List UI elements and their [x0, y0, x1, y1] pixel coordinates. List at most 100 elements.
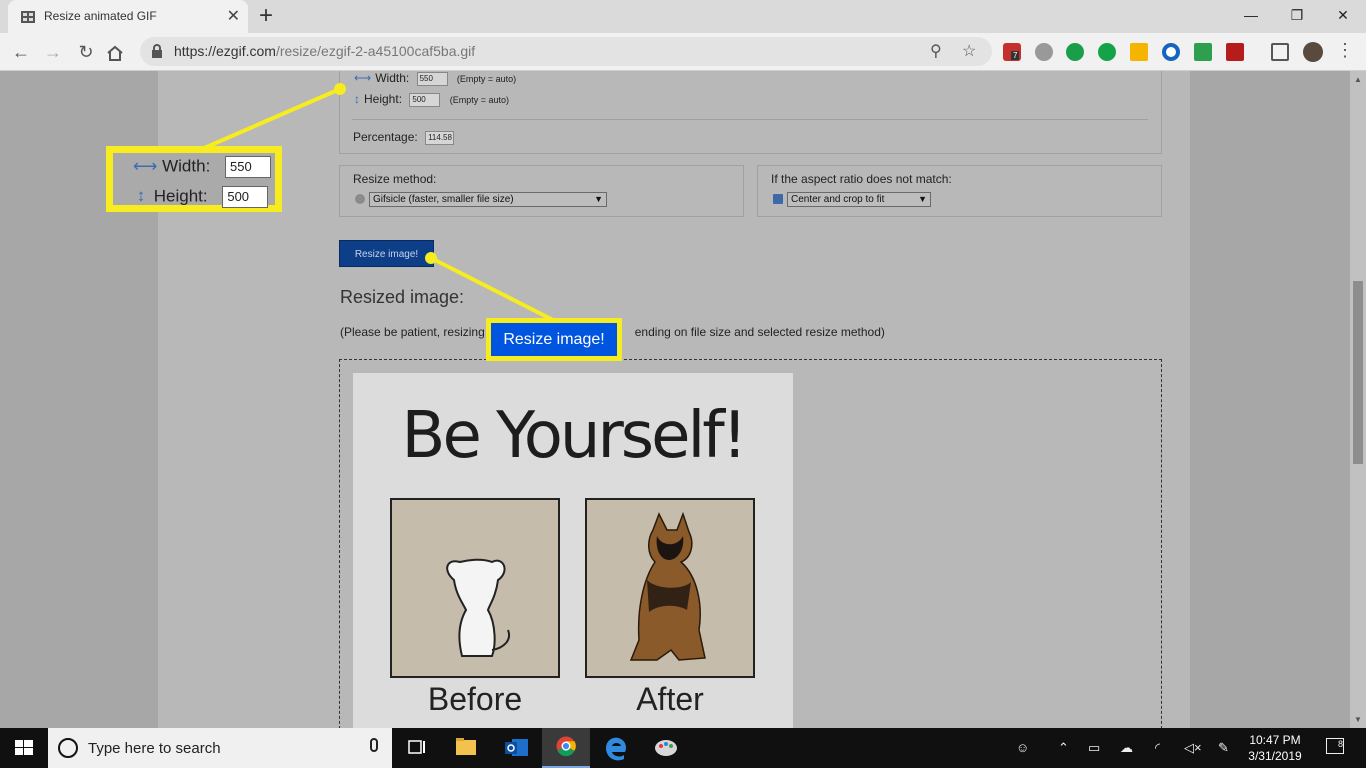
resize-method-label: Resize method: — [353, 172, 437, 186]
address-bar[interactable]: https://ezgif.com/resize/ezgif-2-a45100c… — [140, 37, 992, 66]
show-hidden-icons-chevron-icon[interactable]: ⌃ — [1058, 740, 1069, 756]
cartoon-dog-icon — [446, 558, 510, 657]
clock-date: 3/31/2019 — [1248, 749, 1302, 763]
height-input[interactable]: 500 — [409, 92, 441, 107]
restore-icon[interactable]: ❐ — [1274, 0, 1320, 30]
height-arrows-icon: ↕ — [354, 92, 360, 106]
callout-resize-button: Resize image! — [491, 323, 617, 356]
callout-dot — [334, 83, 346, 95]
chrome-taskbar-icon[interactable] — [542, 728, 590, 768]
height-label: Height: — [364, 92, 403, 106]
chevron-down-icon: ▼ — [594, 194, 603, 204]
url-text[interactable]: https://ezgif.com/resize/ezgif-2-a45100c… — [174, 43, 475, 59]
taskbar-clock[interactable]: 10:47 PM 3/31/2019 — [1240, 732, 1310, 764]
fieldset-divider — [352, 119, 1148, 120]
chrome-menu-icon[interactable]: ⋮ — [1336, 41, 1354, 59]
scrollbar-thumb[interactable] — [1353, 281, 1363, 464]
resize-image-button[interactable]: Resize image! — [339, 240, 434, 267]
extension-blue-ring-icon[interactable] — [1162, 43, 1180, 61]
width-row: ⟷ Width: 550 (Empty = auto) — [354, 71, 516, 86]
width-label: Width: — [375, 71, 410, 85]
scroll-down-icon[interactable]: ▼ — [1354, 715, 1362, 724]
taskbar-search[interactable]: Type here to search — [48, 728, 392, 768]
callout-dot — [425, 252, 437, 264]
url-host: https://ezgif.com — [174, 43, 276, 59]
resize-method-value: Gifsicle (faster, smaller file size) — [373, 194, 514, 205]
pdf-extension-icon[interactable] — [1226, 43, 1244, 61]
aspect-ratio-select[interactable]: Center and crop to fit ▼ — [787, 192, 931, 207]
microphone-icon[interactable] — [370, 738, 378, 752]
patience-note-start: (Please be patient, resizing — [340, 325, 485, 339]
forward-arrow-icon[interactable]: → — [40, 39, 66, 65]
file-explorer-icon[interactable] — [442, 728, 490, 768]
resized-gif-image: Be Yourself! Before After — [353, 373, 793, 728]
before-label: Before — [427, 681, 523, 717]
width-arrows-icon: ⟷ — [354, 71, 372, 85]
grammarly-extension-icon[interactable] — [1098, 43, 1116, 61]
new-tab-plus-icon[interactable]: + — [259, 2, 273, 30]
resized-image-heading: Resized image: — [340, 287, 465, 307]
width-hint: (Empty = auto) — [456, 74, 517, 84]
volume-muted-icon[interactable]: ◁× — [1184, 740, 1202, 756]
width-arrows-icon: ⟷ — [133, 156, 158, 176]
outlook-icon[interactable] — [492, 728, 540, 768]
lock-icon — [152, 44, 162, 58]
gifsicle-icon — [355, 194, 365, 204]
task-view-icon[interactable] — [392, 728, 440, 768]
paint-icon[interactable] — [642, 728, 690, 768]
tab-close-icon[interactable]: ✕ — [227, 6, 240, 26]
edge-icon[interactable] — [592, 728, 640, 768]
height-arrows-icon: ↕ — [136, 186, 146, 206]
back-arrow-icon[interactable]: ← — [8, 39, 34, 65]
bookmark-star-icon[interactable]: ☆ — [962, 41, 976, 61]
profile-avatar[interactable] — [1303, 42, 1323, 62]
minimize-icon[interactable]: — — [1228, 0, 1274, 30]
after-panel — [585, 498, 755, 678]
search-placeholder: Type here to search — [88, 740, 221, 757]
clock-time: 10:47 PM — [1249, 733, 1301, 747]
percentage-row: Percentage: 114.58 — [353, 130, 455, 145]
google-drive-extension-icon[interactable] — [1130, 43, 1148, 61]
pen-icon[interactable]: ✎ — [1218, 740, 1229, 756]
scroll-up-icon[interactable]: ▲ — [1354, 75, 1362, 84]
aspect-ratio-box: If the aspect ratio does not match: Cent… — [757, 165, 1162, 217]
notification-count: 8 — [1337, 739, 1343, 749]
page-scrollbar[interactable]: ▲ ▼ — [1350, 71, 1366, 728]
adblock-extension-icon[interactable]: 7 — [1003, 43, 1021, 61]
home-icon[interactable] — [106, 45, 124, 61]
aspect-ratio-label: If the aspect ratio does not match: — [771, 172, 952, 186]
dimensions-callout: ⟷ Width: 550 ↕ Height: 500 — [106, 146, 282, 212]
action-center-icon[interactable]: 8 — [1326, 738, 1344, 754]
wifi-icon[interactable]: ◜ — [1155, 740, 1160, 756]
battery-icon[interactable]: ▭ — [1088, 740, 1100, 756]
windows-taskbar: Type here to search ☺ ⌃ ▭ ☁ ◜ ◁× ✎ 10:47… — [0, 728, 1366, 768]
percentage-label: Percentage: — [353, 130, 418, 144]
windows-start-icon[interactable] — [0, 728, 48, 768]
aspect-ratio-value: Center and crop to fit — [791, 194, 885, 205]
extension-gray-icon[interactable] — [1035, 43, 1053, 61]
resize-method-select[interactable]: Gifsicle (faster, smaller file size) ▼ — [369, 192, 607, 207]
people-icon[interactable]: ☺ — [1016, 740, 1029, 755]
callout-height-value: 500 — [222, 186, 269, 208]
onedrive-cloud-icon[interactable]: ☁ — [1120, 740, 1133, 756]
cast-icon[interactable] — [1271, 43, 1289, 61]
percentage-input[interactable]: 114.58 — [425, 130, 455, 145]
tab-resize-animated-gif[interactable]: Resize animated GIF ✕ — [8, 0, 248, 33]
callout-height-label: Height: — [153, 186, 208, 206]
before-panel — [390, 498, 560, 678]
extension-green-icon[interactable] — [1194, 43, 1212, 61]
hangouts-extension-icon[interactable] — [1066, 43, 1084, 61]
german-shepherd-icon — [629, 511, 706, 661]
width-input[interactable]: 550 — [416, 71, 448, 86]
dimensions-callout-inner: ⟷ Width: 550 ↕ Height: 500 — [113, 153, 275, 208]
callout-width-row: ⟷ Width: 550 — [133, 156, 272, 178]
window-close-icon[interactable]: ✕ — [1320, 0, 1366, 30]
url-path: /resize/ezgif-2-a45100caf5ba.gif — [275, 43, 476, 59]
cortana-icon — [58, 738, 78, 758]
chevron-down-icon: ▼ — [918, 194, 927, 204]
patience-note-end: ending on file size and selected resize … — [634, 325, 885, 339]
zoom-icon[interactable]: ⚲ — [930, 41, 942, 61]
reload-icon[interactable]: ↻ — [73, 39, 99, 65]
height-hint: (Empty = auto) — [449, 95, 509, 105]
gif-title: Be Yourself! — [401, 399, 748, 473]
